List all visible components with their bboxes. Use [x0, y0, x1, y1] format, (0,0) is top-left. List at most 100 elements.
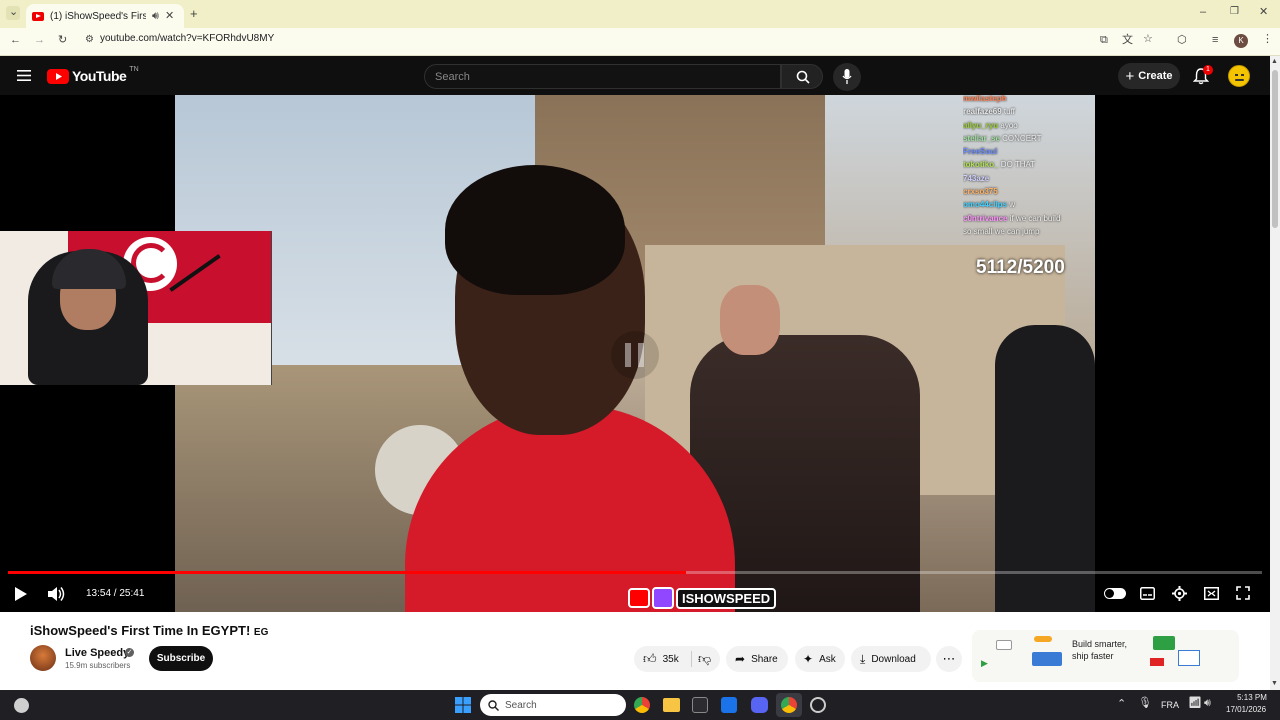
download-label: Download	[871, 653, 916, 665]
scroll-down-icon[interactable]: ▼	[1271, 680, 1278, 687]
tab-search-button[interactable]: ⌄	[6, 6, 20, 20]
webcam-overlay	[0, 231, 272, 385]
restore-icon[interactable]: ❐	[1230, 7, 1239, 17]
scroll-up-icon[interactable]: ▲	[1271, 58, 1278, 65]
thumbs-down-icon[interactable]: 👎︎	[692, 651, 711, 667]
settings-gear-icon[interactable]	[1172, 586, 1187, 601]
share-button[interactable]: ➦ Share	[726, 646, 788, 672]
voice-search-button[interactable]	[833, 63, 861, 91]
browser-tab-bar: ⌄ (1) iShowSpeed's First Time 🔊︎ ✕ + – ❐…	[0, 0, 1280, 28]
tray-overflow-icon[interactable]: ⌃	[1117, 699, 1126, 710]
chat-username: FreeSoul	[963, 147, 998, 157]
man-head	[720, 285, 780, 355]
ad-graphic-card	[1032, 652, 1062, 666]
windows-start-icon[interactable]	[455, 697, 471, 713]
weather-widget-icon[interactable]	[14, 698, 29, 713]
forward-icon[interactable]: →	[34, 35, 45, 46]
video-title: iShowSpeed's First Time In EGYPT! EG	[30, 623, 268, 638]
wifi-icon[interactable]: 📶︎	[1188, 698, 1202, 709]
taskbar-search[interactable]: Search	[480, 694, 626, 716]
chat-text: CONCERT	[999, 133, 1042, 143]
chat-username: realfaze69	[963, 107, 1002, 117]
chat-message: omo44clips w	[963, 198, 1093, 211]
search-placeholder: Search	[435, 71, 470, 83]
ad-graphic-panel	[1178, 650, 1200, 666]
more-actions-button[interactable]: ⋯	[936, 646, 962, 672]
search-input[interactable]: Search	[424, 64, 781, 89]
hamburger-menu-icon[interactable]	[17, 70, 31, 81]
minimize-icon[interactable]: –	[1200, 7, 1206, 18]
app-taskbar-icon[interactable]	[810, 697, 826, 713]
profile-avatar[interactable]: K	[1234, 34, 1248, 48]
chat-username: omo44clips	[963, 200, 1008, 210]
youtube-favicon-icon	[32, 11, 44, 21]
channel-avatar[interactable]	[30, 645, 56, 671]
create-label: Create	[1138, 70, 1173, 82]
browser-tab[interactable]: (1) iShowSpeed's First Time 🔊︎ ✕	[26, 4, 184, 28]
reading-list-icon[interactable]: ≡	[1212, 35, 1218, 46]
ask-button[interactable]: ✦ Ask	[795, 646, 845, 672]
file-explorer-icon[interactable]	[663, 698, 680, 712]
pause-bar-right	[638, 343, 644, 367]
site-info-icon[interactable]: ⚙	[85, 35, 94, 45]
flag-code: EG	[253, 627, 269, 638]
url-field[interactable]: youtube.com/watch?v=KFORhdvU8MY	[100, 33, 274, 44]
bookmark-star-icon[interactable]: ☆	[1143, 34, 1153, 45]
chrome-active-taskbar-icon[interactable]	[781, 697, 797, 713]
chat-username: c0ntrivance	[963, 213, 1008, 223]
subscribe-label: Subscribe	[156, 653, 206, 664]
search-button[interactable]	[781, 64, 823, 89]
discord-icon[interactable]	[751, 697, 768, 713]
taskbar-search-placeholder: Search	[505, 699, 537, 711]
subtitles-icon[interactable]	[1140, 587, 1155, 600]
ad-graphic-chart	[1153, 636, 1175, 650]
extensions-icon[interactable]: ⬡	[1177, 35, 1187, 46]
mail-icon[interactable]	[721, 697, 737, 713]
back-icon[interactable]: ←	[10, 35, 21, 46]
channel-name[interactable]: Live Speedy	[65, 647, 129, 659]
chrome-taskbar-icon[interactable]	[634, 697, 650, 713]
watermark-text: ISHOWSPEED	[676, 587, 777, 609]
sparkle-icon: ✦	[803, 652, 814, 666]
theater-mode-icon[interactable]	[1204, 587, 1219, 600]
close-window-icon[interactable]: ✕	[1259, 7, 1268, 18]
tray-microphone-icon[interactable]: 🎙︎	[1138, 698, 1152, 709]
browser-menu-icon[interactable]: ⋮	[1262, 34, 1273, 45]
translate-icon[interactable]: 文	[1122, 35, 1133, 46]
fullscreen-icon[interactable]	[1236, 586, 1250, 600]
progress-bar[interactable]	[8, 571, 1262, 574]
ad-graphic-pill	[1034, 636, 1052, 642]
download-button[interactable]: ⤓ Download	[851, 646, 931, 672]
reload-icon[interactable]: ↻	[58, 35, 67, 46]
chat-username: tokotiko_	[963, 160, 999, 170]
account-avatar[interactable]	[1228, 65, 1250, 87]
time-display: 13:54 / 25:41	[86, 588, 145, 599]
plus-icon: +	[1125, 67, 1135, 85]
language-indicator[interactable]: FRA	[1161, 700, 1179, 710]
clock-time[interactable]: 5:13 PM	[1232, 693, 1272, 702]
subscribe-button[interactable]: Subscribe	[149, 646, 213, 671]
new-tab-icon[interactable]: +	[190, 7, 198, 20]
more-horizontal-icon: ⋯	[942, 651, 956, 666]
person-hair	[445, 165, 625, 295]
pause-overlay[interactable]	[611, 331, 659, 379]
store-icon[interactable]	[692, 697, 708, 713]
install-app-icon[interactable]: ⧉	[1100, 35, 1108, 46]
play-icon[interactable]	[14, 587, 28, 601]
sidebar-ad[interactable]: ▶ Build smarter, ship faster	[972, 630, 1239, 682]
autoplay-toggle[interactable]	[1104, 588, 1126, 599]
region-code: TN	[129, 66, 139, 73]
volume-icon[interactable]	[48, 586, 66, 602]
search-icon	[796, 70, 810, 84]
audio-playing-icon[interactable]: 🔊︎	[152, 10, 159, 22]
clock-date[interactable]: 17/01/2026	[1226, 705, 1266, 714]
ad-headline-2: ship faster	[1072, 651, 1114, 661]
video-player[interactable]: mwilasteph realfaze69 tuff aliyu_ryu ayoo…	[0, 95, 1270, 612]
youtube-logo[interactable]: YouTube TN	[47, 66, 139, 84]
like-button[interactable]: 👍︎ 35k	[634, 651, 692, 667]
close-tab-icon[interactable]: ✕	[165, 10, 174, 22]
speaker-icon[interactable]: 🔊︎	[1204, 698, 1211, 709]
create-button[interactable]: + Create	[1118, 63, 1180, 89]
scrollbar-thumb[interactable]	[1272, 70, 1278, 228]
channel-watermark: ISHOWSPEED	[628, 587, 777, 609]
